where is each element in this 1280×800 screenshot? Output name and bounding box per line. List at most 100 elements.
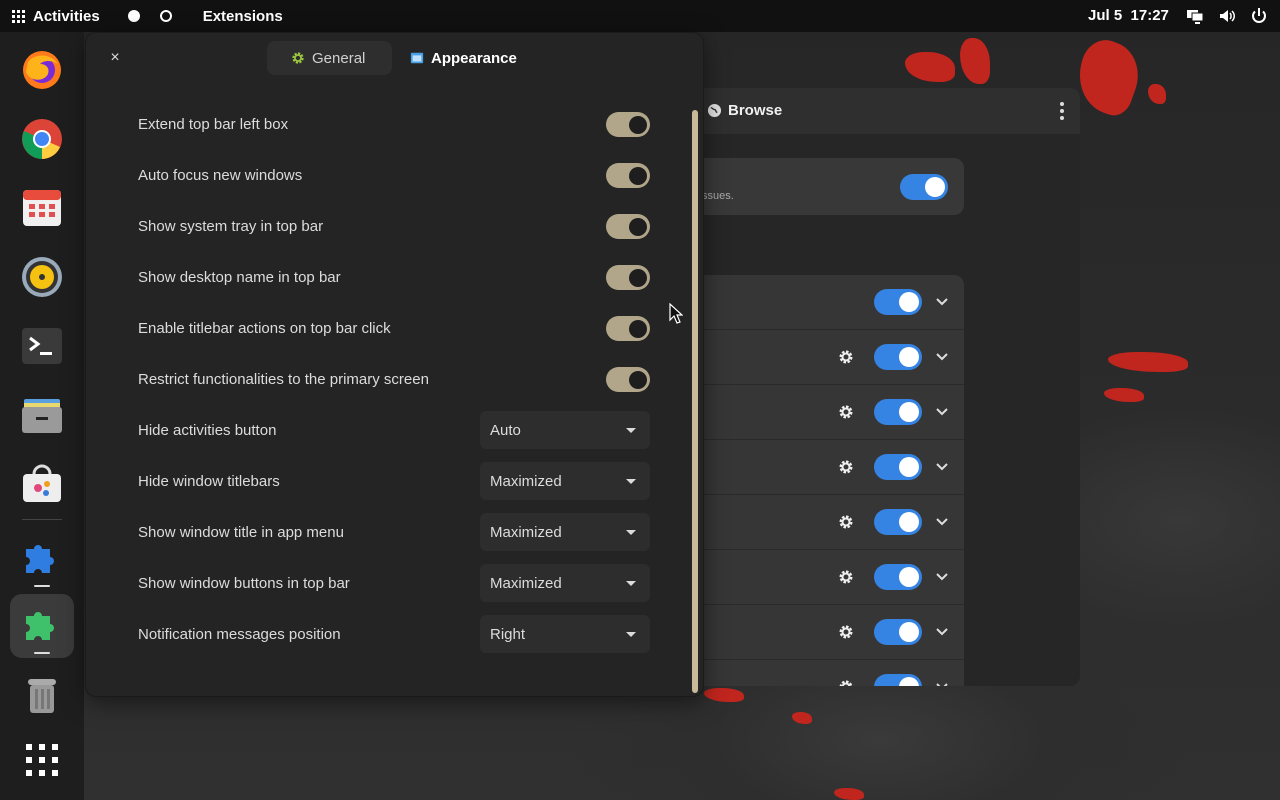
scrollbar[interactable] [692,110,698,693]
setting-label: Enable titlebar actions on top bar click [138,320,391,337]
setting-row: Auto focus new windows [86,150,686,201]
workspace-indicator[interactable] [159,10,172,22]
extension-switch[interactable] [874,509,922,535]
system-tray-switch[interactable] [606,214,650,239]
list-item[interactable] [690,275,964,330]
activities-label: Activities [33,7,100,25]
primary-screen-switch[interactable] [606,367,650,392]
chevron-down-icon[interactable] [935,680,949,686]
gear-icon[interactable] [838,404,854,420]
close-button[interactable]: × [106,49,124,67]
gear-icon[interactable] [838,514,854,530]
gear-icon[interactable] [838,349,854,365]
window-headerbar: Browse [690,88,1080,134]
firefox-icon [23,51,61,89]
pan-down-icon [626,632,636,637]
clock[interactable]: Jul 5 17:27 [1088,0,1169,32]
extension-switch[interactable] [874,399,922,425]
chevron-down-icon[interactable] [935,405,949,419]
card-subtitle: ssues. [702,190,734,202]
list-item[interactable] [690,495,964,550]
chevron-down-icon[interactable] [935,570,949,584]
titlebar-actions-switch[interactable] [606,316,650,341]
list-item[interactable] [690,660,964,686]
extension-switch[interactable] [874,619,922,645]
extension-switch[interactable] [874,454,922,480]
dock-chrome[interactable] [10,107,74,171]
setting-row: Show desktop name in top bar [86,252,686,303]
workspace-indicator-active[interactable] [127,10,140,22]
list-item[interactable] [690,550,964,605]
setting-label: Hide window titlebars [138,473,280,490]
hide-titlebars-dropdown[interactable]: Maximized [480,462,650,500]
setting-row: Show window buttons in top bar Maximized [86,558,686,609]
activities-button[interactable]: Activities [0,0,112,32]
pan-down-icon [626,530,636,535]
extension-switch[interactable] [874,564,922,590]
app-grid-dots-icon [12,9,25,23]
dropdown-value: Right [490,626,526,643]
trash-icon [28,679,56,713]
chevron-down-icon[interactable] [935,350,949,364]
show-apps-button[interactable] [10,728,74,792]
window-buttons-dropdown[interactable]: Maximized [480,564,650,602]
dash-dock [0,32,84,800]
pan-down-icon [626,479,636,484]
top-bar: Activities Extensions Jul 5 17:27 [0,0,1280,32]
gear-icon[interactable] [838,459,854,475]
setting-row: Restrict functionalities to the primary … [86,354,686,405]
tab-general[interactable]: General [267,41,392,75]
dock-trash[interactable] [10,663,74,727]
list-item[interactable] [690,605,964,660]
dock-files[interactable] [10,383,74,447]
tab-general-label: General [312,49,366,67]
desktop-name-switch[interactable] [606,265,650,290]
window-title-dropdown[interactable]: Maximized [480,513,650,551]
setting-row: Show system tray in top bar [86,201,686,252]
software-icon [23,464,61,502]
tab-appearance-label: Appearance [431,49,517,67]
dock-extension-manager[interactable] [10,527,74,591]
gear-icon[interactable] [838,679,854,686]
extension-switch[interactable] [874,289,922,315]
setting-label: Auto focus new windows [138,167,303,184]
app-grid-icon [26,744,58,776]
dock-rhythmbox[interactable] [10,245,74,309]
chevron-down-icon[interactable] [935,625,949,639]
setting-row: Hide activities button Auto [86,405,686,456]
browse-button[interactable]: Browse [707,102,782,119]
dock-extensions[interactable] [10,594,74,658]
hide-activities-dropdown[interactable]: Auto [480,411,650,449]
extension-manager-icon [26,545,54,573]
system-tray[interactable] [1186,0,1268,32]
list-item[interactable] [690,385,964,440]
running-indicator [34,652,50,654]
dock-firefox[interactable] [10,38,74,102]
gear-icon[interactable] [838,569,854,585]
extension-switch[interactable] [874,674,922,686]
setting-label: Hide activities button [138,422,277,439]
mouse-pointer-icon [669,303,683,324]
setting-label: Show system tray in top bar [138,218,324,235]
list-item[interactable] [690,330,964,385]
app-menu[interactable]: Extensions [203,8,283,25]
extension-switch[interactable] [874,344,922,370]
chevron-down-icon[interactable] [935,295,949,309]
tab-appearance[interactable]: Appearance [392,41,541,75]
chevron-down-icon[interactable] [935,515,949,529]
gear-icon[interactable] [838,624,854,640]
extend-left-box-switch[interactable] [606,112,650,137]
use-extensions-switch[interactable] [900,174,948,200]
dock-calendar[interactable] [10,176,74,240]
volume-icon [1220,10,1235,22]
list-item[interactable] [690,440,964,495]
auto-focus-switch[interactable] [606,163,650,188]
dropdown-value: Auto [490,422,521,439]
dock-terminal[interactable] [10,314,74,378]
extension-list [690,275,964,686]
chevron-down-icon[interactable] [935,460,949,474]
dock-software[interactable] [10,452,74,516]
main-menu-icon[interactable] [1060,102,1064,120]
notification-position-dropdown[interactable]: Right [480,615,650,653]
dropdown-value: Maximized [490,575,562,592]
